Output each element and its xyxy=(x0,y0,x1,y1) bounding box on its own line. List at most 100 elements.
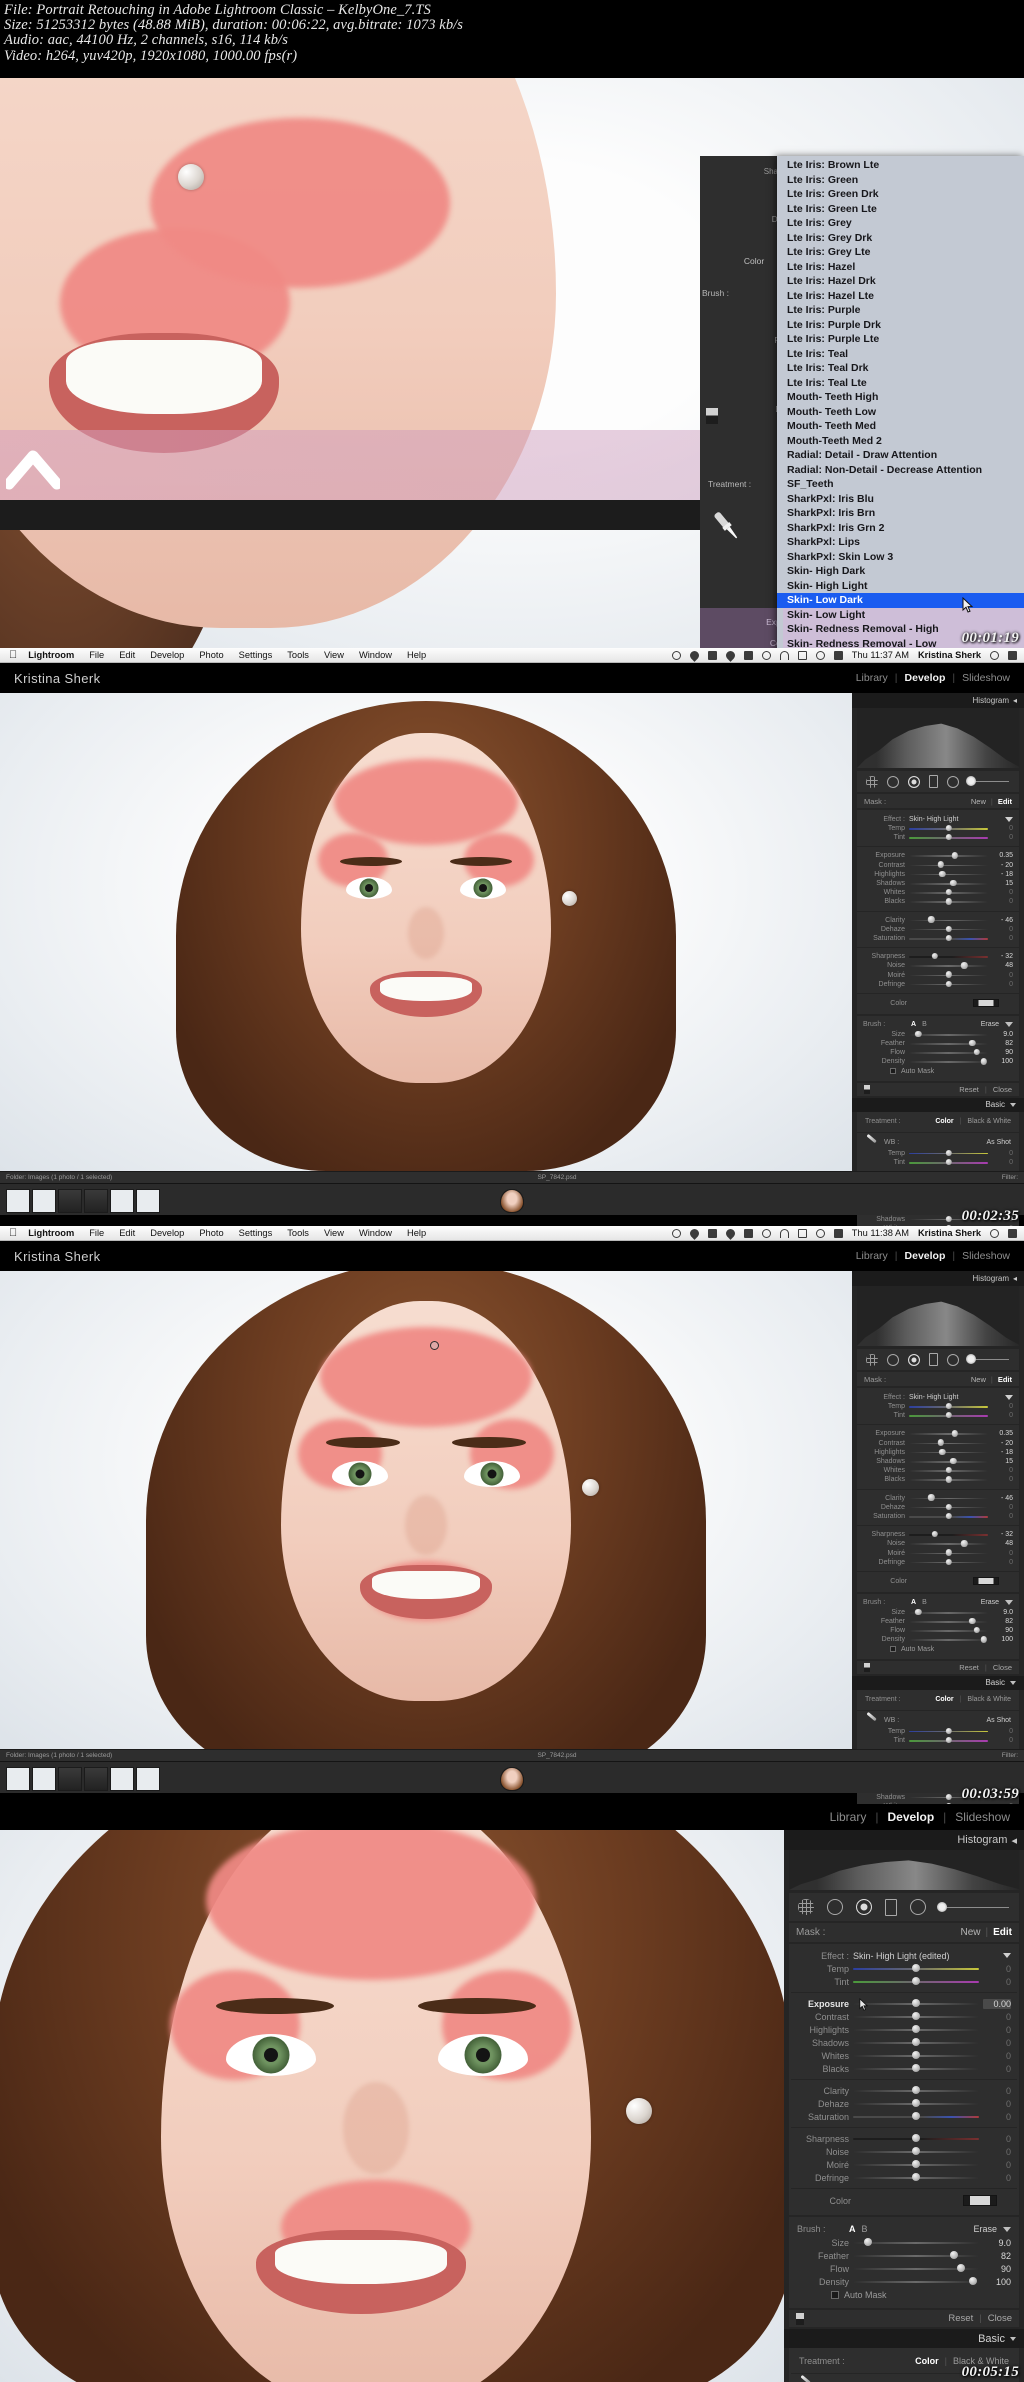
preset-item[interactable]: Skin- Low Light xyxy=(783,607,1024,622)
filmstrip-thumb[interactable] xyxy=(110,1767,134,1791)
slider-knob[interactable] xyxy=(945,1402,952,1410)
slider-row-exposure[interactable]: Exposure 0.00 xyxy=(797,1997,1011,2011)
slider-row-noise[interactable]: Noise 48 xyxy=(863,961,1013,970)
menu-file-3[interactable]: File xyxy=(89,1228,104,1238)
graduated-filter-icon-2[interactable] xyxy=(929,775,938,788)
slider-track[interactable] xyxy=(909,1430,988,1437)
slider-track[interactable] xyxy=(853,2160,979,2168)
slider-track[interactable] xyxy=(909,1494,988,1501)
filmstrip-thumb[interactable] xyxy=(6,1767,30,1791)
slider-track[interactable] xyxy=(909,870,988,878)
filmstrip-3[interactable] xyxy=(0,1761,1024,1793)
slider-row-whites[interactable]: Whites 0 xyxy=(863,1466,1013,1475)
wb-row-2[interactable]: WB : As Shot xyxy=(863,1137,1013,1149)
mask-new-button-4[interactable]: New xyxy=(960,1927,980,1938)
slider-knob[interactable] xyxy=(945,834,952,841)
slider-track[interactable] xyxy=(909,1058,988,1065)
slider-track[interactable] xyxy=(909,1467,988,1474)
adjustment-brush-icon-4[interactable] xyxy=(856,1899,872,1915)
menu-window[interactable]: Window xyxy=(359,650,392,660)
slider-row-dehaze[interactable]: Dehaze 0 xyxy=(863,1503,1013,1512)
menubar-username[interactable]: Kristina Sherk xyxy=(918,650,981,660)
search-icon[interactable] xyxy=(990,650,999,660)
menu-photo-3[interactable]: Photo xyxy=(199,1228,223,1238)
slider-row-tint[interactable]: Tint 0 xyxy=(863,833,1013,842)
filmstrip-2[interactable] xyxy=(0,1183,1024,1215)
slider-track[interactable] xyxy=(909,1736,988,1744)
slider-track[interactable] xyxy=(909,879,988,887)
slider-row-dehaze[interactable]: Dehaze 0 xyxy=(797,2097,1011,2110)
slider-track[interactable] xyxy=(909,1636,988,1643)
filmstrip-thumb[interactable] xyxy=(32,1189,56,1213)
slider-row-temp[interactable]: Temp 0 xyxy=(863,1727,1013,1736)
auto-mask-checkbox-2[interactable] xyxy=(890,1068,896,1075)
panel-collapse-icon-3[interactable]: ◂ xyxy=(1013,1274,1017,1283)
slider-track[interactable] xyxy=(909,1530,988,1538)
detail-sliders-4[interactable]: Sharpness 0 Noise 0 Moiré 0 Defringe 0 xyxy=(797,2132,1011,2184)
slider-knob[interactable] xyxy=(945,1467,952,1474)
effect-row-3[interactable]: Effect : Skin- High Light xyxy=(863,1392,1013,1402)
panel-collapse-icon-4[interactable]: ◂ xyxy=(1011,1834,1017,1847)
preset-item[interactable]: SharkPxl: Skin Low 3 xyxy=(783,550,1024,565)
slider-row-tint[interactable]: Tint 0 xyxy=(863,1411,1013,1420)
slider-track[interactable] xyxy=(909,861,988,868)
slider-row-contrast[interactable]: Contrast - 20 xyxy=(863,1439,1013,1448)
preset-dropdown-menu[interactable]: Lte Iris: Brown Lte Lte Iris: Green Lte Ir… xyxy=(777,156,1024,648)
slider-track[interactable] xyxy=(853,2064,979,2072)
treatment-bw-3[interactable]: Black & White xyxy=(967,1696,1011,1703)
wb-sliders-2[interactable]: Temp 0 Tint 0 xyxy=(863,824,1013,842)
display-icon-3[interactable] xyxy=(707,1228,717,1238)
slider-knob[interactable] xyxy=(927,1494,935,1501)
slider-knob[interactable] xyxy=(931,952,939,960)
histogram-header-4[interactable]: Histogram ◂ xyxy=(784,1830,1024,1850)
slider-row-moir-[interactable]: Moiré 0 xyxy=(863,970,1013,979)
slider-row-saturation[interactable]: Saturation 0 xyxy=(863,1512,1013,1521)
treatment-bw-2[interactable]: Black & White xyxy=(967,1118,1011,1125)
filmstrip-thumb[interactable] xyxy=(58,1767,82,1791)
effect-row-4[interactable]: Effect : Skin- High Light (edited) xyxy=(797,1949,1011,1962)
slider-knob[interactable] xyxy=(938,1448,946,1456)
slider-knob[interactable] xyxy=(945,1793,952,1800)
brush-erase-button-4[interactable]: Erase xyxy=(973,2224,997,2234)
airplay-icon[interactable] xyxy=(743,650,753,660)
module-develop-4[interactable]: Develop xyxy=(887,1810,934,1824)
battery-icon-3[interactable] xyxy=(797,1228,807,1238)
mac-menu-bar-3[interactable]:  Lightroom File Edit Develop Photo Sett… xyxy=(0,1226,1024,1241)
menu-lightroom[interactable]: Lightroom xyxy=(28,650,74,660)
filmstrip-thumb[interactable] xyxy=(136,1767,160,1791)
color-swatch-2[interactable] xyxy=(973,999,999,1008)
panel-collapse-icon-2[interactable]: ◂ xyxy=(1013,696,1017,705)
slider-track[interactable] xyxy=(909,971,988,978)
notification-icon[interactable] xyxy=(1008,650,1017,660)
filmstrip-thumbs-2[interactable] xyxy=(0,1185,524,1215)
menu-help[interactable]: Help xyxy=(407,650,426,660)
slider-knob[interactable] xyxy=(945,934,952,942)
slider-track[interactable] xyxy=(909,1608,988,1616)
wifi-icon[interactable] xyxy=(779,650,789,660)
preset-item[interactable]: Mouth-Teeth Med 2 xyxy=(783,434,1024,449)
mask-new-button-3[interactable]: New xyxy=(971,1375,986,1384)
brush-group-3[interactable]: Brush : A B Erase Size 9.0 Feather 82 Flow 90… xyxy=(857,1593,1019,1659)
slider-row-dehaze[interactable]: Dehaze 0 xyxy=(863,925,1013,934)
slider-row-tint[interactable]: Tint 0 xyxy=(863,1158,1013,1167)
slider-row-size[interactable]: Size 9.0 xyxy=(797,2236,1011,2249)
effect-value-3[interactable]: Skin- High Light xyxy=(909,1394,958,1401)
radial-filter-icon-4[interactable] xyxy=(910,1899,926,1915)
slider-row-contrast[interactable]: Contrast - 20 xyxy=(863,861,1013,870)
filmstrip-thumbs-3[interactable] xyxy=(0,1763,524,1793)
slider-knob[interactable] xyxy=(945,1158,952,1166)
slider-knob[interactable] xyxy=(945,1549,952,1556)
treatment-row-2[interactable]: Treatment : Color | Black & White xyxy=(863,1116,1013,1128)
slider-knob[interactable] xyxy=(945,971,952,978)
brush-sliders-4[interactable]: Size 9.0 Feather 82 Flow 90 Density 100 xyxy=(797,2236,1011,2288)
amount-slider-4[interactable] xyxy=(937,1901,1009,1912)
effect-value-4[interactable]: Skin- High Light (edited) xyxy=(853,1951,950,1961)
preset-item[interactable]: Mouth- Teeth Low xyxy=(783,405,1024,420)
mask-pin-3[interactable] xyxy=(430,1341,439,1350)
preset-item[interactable]: SharkPxl: Iris Grn 2 xyxy=(783,521,1024,536)
treatment-color-4[interactable]: Color xyxy=(915,2356,939,2366)
basic-disclosure-icon-2[interactable] xyxy=(1010,1102,1016,1107)
slider-track[interactable] xyxy=(853,2277,979,2285)
slider-knob[interactable] xyxy=(945,1476,952,1483)
slider-track[interactable] xyxy=(853,2147,979,2155)
